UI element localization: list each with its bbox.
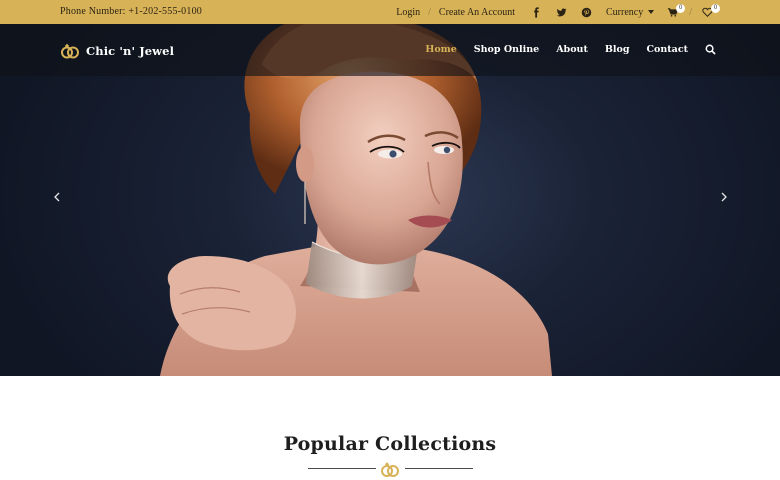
divider-line xyxy=(308,468,376,469)
create-account-link[interactable]: Create An Account xyxy=(436,0,518,24)
nav-item-about[interactable]: About xyxy=(556,44,588,55)
primary-nav: Home Shop Online About Blog Contact xyxy=(425,44,716,55)
caret-down-icon xyxy=(648,10,655,14)
chevron-right-icon[interactable] xyxy=(720,192,728,202)
separator: / xyxy=(428,6,431,18)
separator: / xyxy=(689,6,692,18)
search-icon[interactable] xyxy=(705,44,716,55)
phone-number: Phone Number: +1-202-555-0100 xyxy=(60,6,202,17)
facebook-icon[interactable] xyxy=(524,0,549,24)
currency-dropdown[interactable]: Currency xyxy=(606,0,655,24)
pinterest-icon[interactable] xyxy=(574,0,599,24)
main-navbar: Chic 'n' Jewel Home Shop Online About Bl… xyxy=(0,24,780,76)
divider-line xyxy=(405,468,473,469)
nav-item-blog[interactable]: Blog xyxy=(605,44,630,55)
rings-icon xyxy=(381,462,399,477)
brand-logo[interactable]: Chic 'n' Jewel xyxy=(60,43,174,59)
hero-slider xyxy=(0,24,780,376)
hero-model-image xyxy=(160,24,552,376)
wishlist-button[interactable]: 0 xyxy=(698,0,720,24)
section-divider xyxy=(308,460,473,478)
brand-name: Chic 'n' Jewel xyxy=(86,44,175,58)
nav-item-home[interactable]: Home xyxy=(425,44,456,55)
cart-button[interactable]: 0 xyxy=(663,0,686,24)
currency-label: Currency xyxy=(606,6,644,18)
rings-icon xyxy=(61,43,79,59)
top-bar: Phone Number: +1-202-555-0100 Login / Cr… xyxy=(0,0,780,24)
nav-item-shop-online[interactable]: Shop Online xyxy=(474,44,539,55)
twitter-icon[interactable] xyxy=(549,0,574,24)
nav-item-contact[interactable]: Contact xyxy=(646,44,688,55)
chevron-left-icon[interactable] xyxy=(53,192,61,202)
login-link[interactable]: Login xyxy=(393,0,423,24)
top-bar-actions: Login / Create An Account Currency 0 / 0 xyxy=(393,0,720,24)
section-title: Popular Collections xyxy=(283,433,497,455)
wishlist-count-badge: 0 xyxy=(711,4,720,13)
